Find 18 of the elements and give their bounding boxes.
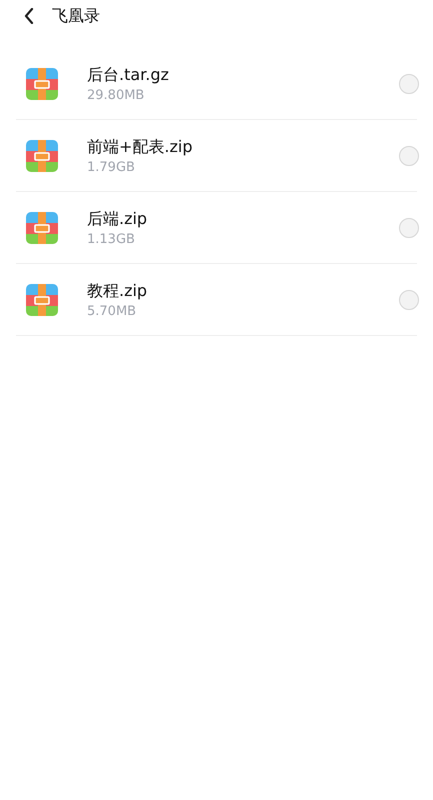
file-name: 前端+配表.zip (87, 136, 194, 158)
archive-icon (26, 68, 58, 100)
select-radio[interactable] (399, 218, 419, 238)
file-name: 后台.tar.gz (87, 64, 170, 86)
file-name: 后端.zip (87, 208, 148, 230)
archive-icon (26, 140, 58, 172)
archive-icon (26, 212, 58, 244)
select-radio[interactable] (399, 290, 419, 310)
select-radio[interactable] (399, 74, 419, 94)
back-icon[interactable] (24, 8, 34, 24)
file-size: 29.80MB (87, 88, 146, 102)
file-size: 5.70MB (87, 304, 138, 318)
page-title: 飞凰录 (52, 6, 100, 26)
file-name: 教程.zip (87, 280, 148, 302)
select-radio[interactable] (399, 146, 419, 166)
file-size: 1.13GB (87, 232, 136, 246)
archive-icon (26, 284, 58, 316)
file-size: 1.79GB (87, 160, 136, 174)
